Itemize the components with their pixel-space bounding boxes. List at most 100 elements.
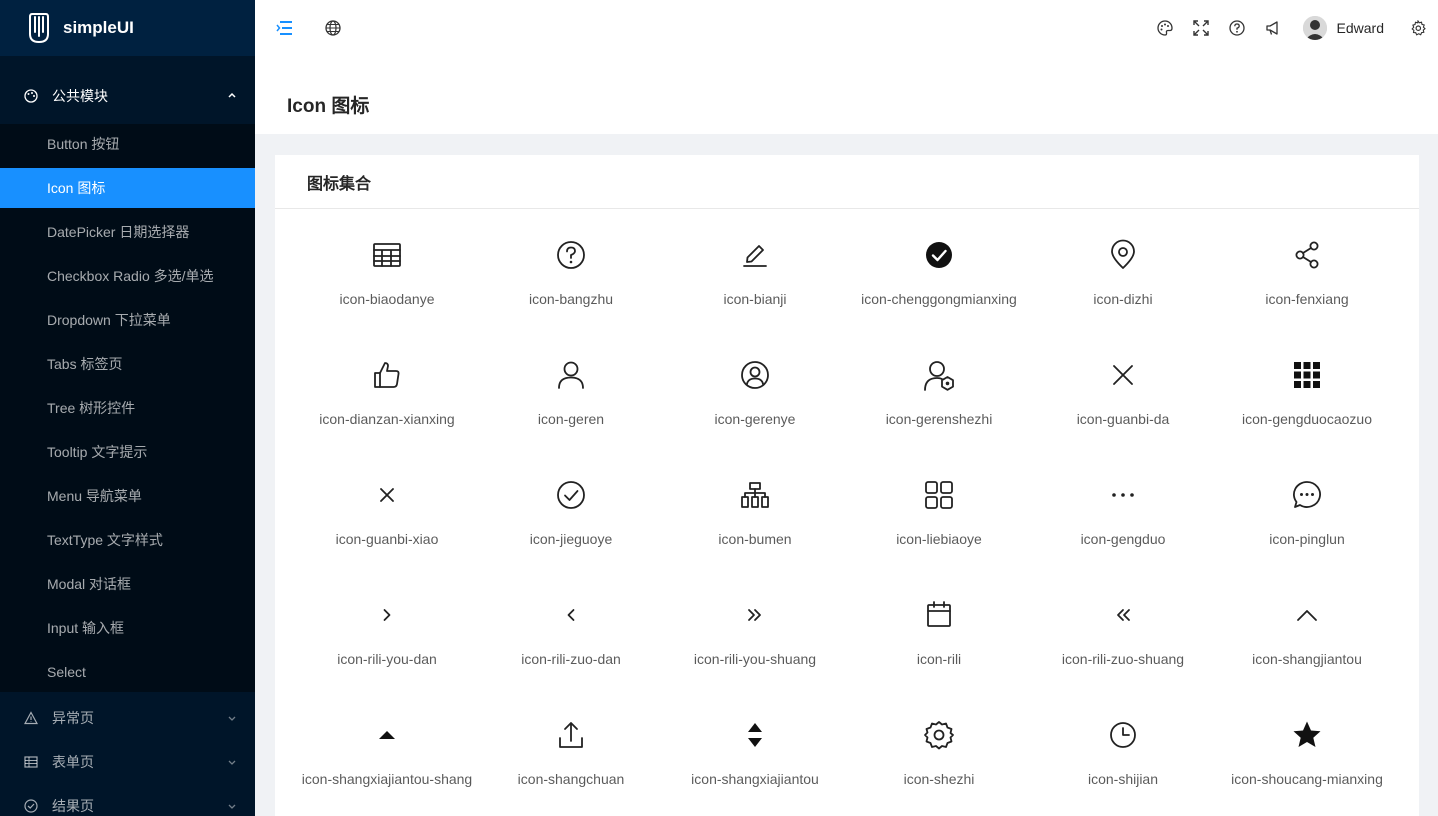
icon-cell[interactable]: icon-dianzan-xianxing: [295, 359, 479, 479]
language-button[interactable]: [309, 0, 357, 56]
sidebar-item-dropdown[interactable]: Dropdown 下拉菜单: [0, 300, 255, 340]
icon-cell[interactable]: icon-shijian: [1031, 719, 1215, 816]
icon-name-label: icon-gerenye: [714, 411, 796, 427]
icon-name-label: icon-shangjiantou: [1252, 651, 1362, 667]
icon-name-label: icon-gerenshezhi: [885, 411, 993, 427]
double-left-icon: [1107, 599, 1139, 631]
icon-cell[interactable]: icon-gerenshezhi: [847, 359, 1031, 479]
user-name: Edward: [1336, 20, 1384, 36]
icon-card: 图标集合 icon-biaodanye icon-bangzhu icon-bian…: [275, 155, 1419, 816]
icon-name-label: icon-bumen: [718, 531, 792, 547]
menu-fold-icon: [276, 20, 294, 36]
icon-cell[interactable]: icon-rili-you-dan: [295, 599, 479, 719]
icon-cell[interactable]: icon-bangzhu: [479, 239, 663, 359]
icon-cell[interactable]: icon-chenggongmianxing: [847, 239, 1031, 359]
icon-name-label: icon-jieguoye: [529, 531, 613, 547]
comment-icon: [1291, 479, 1323, 511]
menu-fold-button[interactable]: [261, 0, 309, 56]
clock-icon: [1107, 719, 1139, 751]
icon-cell[interactable]: icon-shangjiantou: [1215, 599, 1399, 719]
theme-button[interactable]: [1147, 0, 1183, 56]
app-root: simpleUI 公共模块 Button 按钮 Icon 图标 DatePick…: [0, 0, 1438, 816]
theme-icon: [1156, 20, 1173, 36]
icon-cell[interactable]: icon-rili-you-shuang: [663, 599, 847, 719]
icon-name-label: icon-shangxiajiantou: [691, 771, 819, 787]
icon-cell[interactable]: icon-shangxiajiantou: [663, 719, 847, 816]
icon-cell[interactable]: icon-dizhi: [1031, 239, 1215, 359]
warning-icon: [24, 711, 38, 725]
left-icon: [555, 599, 587, 631]
close-small-icon: [371, 479, 403, 511]
settings-button[interactable]: [1400, 0, 1436, 56]
logo[interactable]: simpleUI: [0, 0, 255, 56]
menu-group-label: 结果页: [52, 798, 94, 814]
table-icon: [24, 755, 38, 769]
sidebar-item-menu[interactable]: Menu 导航菜单: [0, 476, 255, 516]
check-filled-icon: [923, 239, 955, 271]
icon-cell[interactable]: icon-guanbi-da: [1031, 359, 1215, 479]
icon-name-label: icon-rili-you-dan: [337, 651, 437, 667]
icon-cell[interactable]: icon-biaodanye: [295, 239, 479, 359]
org-icon: [739, 479, 771, 511]
top-header: Edward: [255, 0, 1438, 56]
icon-name-label: icon-bangzhu: [528, 291, 614, 307]
icon-cell[interactable]: icon-shoucang-mianxing: [1215, 719, 1399, 816]
settings-icon: [1410, 20, 1426, 36]
sidebar-item-input[interactable]: Input 输入框: [0, 608, 255, 648]
sidebar-item-button[interactable]: Button 按钮: [0, 124, 255, 164]
thumb-icon: [371, 359, 403, 391]
icon-cell[interactable]: icon-shangxiajiantou-shang: [295, 719, 479, 816]
sidebar-item-tabs[interactable]: Tabs 标签页: [0, 344, 255, 384]
icon-name-label: icon-rili-zuo-shuang: [1061, 651, 1185, 667]
avatar: [1302, 16, 1327, 40]
icon-cell[interactable]: icon-bianji: [663, 239, 847, 359]
icon-cell[interactable]: icon-guanbi-xiao: [295, 479, 479, 599]
icon-cell[interactable]: icon-shezhi: [847, 719, 1031, 816]
icon-cell[interactable]: icon-geren: [479, 359, 663, 479]
palette-icon: [24, 89, 38, 103]
menu-group-result[interactable]: 结果页: [0, 784, 255, 816]
icon-cell[interactable]: icon-rili-zuo-dan: [479, 599, 663, 719]
icon-cell[interactable]: icon-gengduo: [1031, 479, 1215, 599]
icon-cell[interactable]: icon-gerenye: [663, 359, 847, 479]
icon-cell[interactable]: icon-bumen: [663, 479, 847, 599]
icon-cell[interactable]: icon-jieguoye: [479, 479, 663, 599]
icon-name-label: icon-shoucang-mianxing: [1231, 771, 1383, 787]
help-icon: [1228, 20, 1245, 36]
chevron-down-icon: [227, 801, 237, 811]
icon-cell[interactable]: icon-fenxiang: [1215, 239, 1399, 359]
sidebar-item-tree[interactable]: Tree 树形控件: [0, 388, 255, 428]
user-menu[interactable]: Edward: [1302, 16, 1384, 40]
icon-cell[interactable]: icon-rili: [847, 599, 1031, 719]
icon-name-label: icon-rili-you-shuang: [693, 651, 817, 667]
sidebar-item-modal[interactable]: Modal 对话框: [0, 564, 255, 604]
icon-cell[interactable]: icon-liebiaoye: [847, 479, 1031, 599]
sidebar-item-icon[interactable]: Icon 图标: [0, 168, 255, 208]
grid-dots-icon: [1291, 359, 1323, 391]
sidebar-item-texttype[interactable]: TextType 文字样式: [0, 520, 255, 560]
chevron-down-icon: [227, 757, 237, 767]
calendar-icon: [923, 599, 955, 631]
app-name: simpleUI: [63, 18, 134, 37]
icon-name-label: icon-rili: [916, 651, 962, 667]
edit-icon: [739, 239, 771, 271]
menu-group-common[interactable]: 公共模块: [0, 72, 255, 120]
icon-cell[interactable]: icon-rili-zuo-shuang: [1031, 599, 1215, 719]
icon-name-label: icon-gengduo: [1080, 531, 1166, 547]
fullscreen-button[interactable]: [1183, 0, 1219, 56]
user-icon: [555, 359, 587, 391]
help-button[interactable]: [1219, 0, 1255, 56]
menu-group-exception[interactable]: 异常页: [0, 696, 255, 740]
menu-group-form[interactable]: 表单页: [0, 740, 255, 784]
notification-button[interactable]: [1255, 0, 1291, 56]
sidebar-item-tooltip[interactable]: Tooltip 文字提示: [0, 432, 255, 472]
check-circle-icon: [24, 799, 38, 813]
icon-cell[interactable]: icon-pinglun: [1215, 479, 1399, 599]
double-right-icon: [739, 599, 771, 631]
icon-cell[interactable]: icon-shangchuan: [479, 719, 663, 816]
icon-cell[interactable]: icon-gengduocaozuo: [1215, 359, 1399, 479]
sidebar-item-datepicker[interactable]: DatePicker 日期选择器: [0, 212, 255, 252]
sidebar-item-select[interactable]: Select: [0, 652, 255, 692]
sidebar-item-checkbox-radio[interactable]: Checkbox Radio 多选/单选: [0, 256, 255, 296]
notification-icon: [1265, 20, 1281, 36]
